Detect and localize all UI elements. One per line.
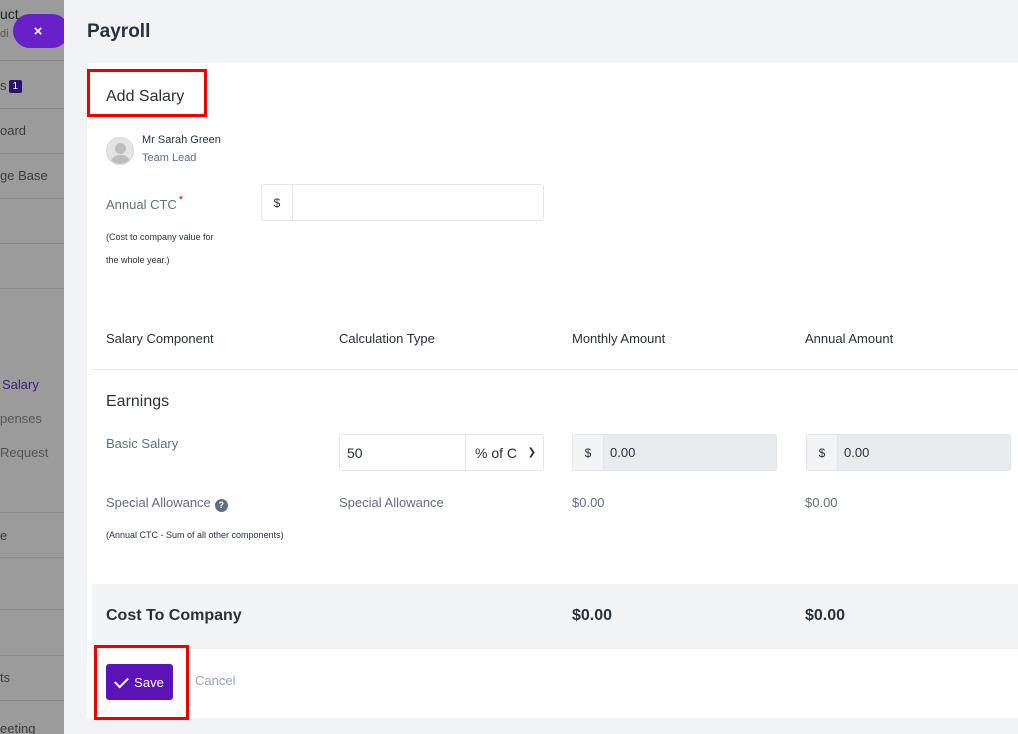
- currency-prefix: $: [807, 435, 838, 470]
- column-header-annual-amount: Annual Amount: [805, 331, 894, 346]
- section-title: Add Salary: [106, 88, 185, 105]
- sidebar-item-label: s: [0, 78, 7, 93]
- annual-amount-value: 0.00: [844, 445, 870, 460]
- sidebar-divider: [0, 288, 64, 289]
- sidebar-divider: [0, 60, 64, 61]
- sidebar-item-request[interactable]: Request: [0, 445, 48, 460]
- unread-badge: 1: [8, 80, 23, 93]
- payroll-panel: Payroll Add Salary Mr Sarah Green Team L…: [64, 0, 1018, 734]
- cost-to-company-row: Cost To Company $0.00 $0.00: [92, 584, 1018, 649]
- cost-to-company-annual: $0.00: [805, 607, 846, 624]
- sidebar-item-expenses[interactable]: penses: [0, 411, 42, 426]
- save-button[interactable]: Save: [106, 664, 173, 700]
- sidebar-divider: [0, 243, 64, 244]
- check-icon: [114, 673, 130, 688]
- sidebar-item-dashboard[interactable]: oard: [0, 123, 26, 138]
- basic-salary-label: Basic Salary: [106, 436, 179, 451]
- annual-ctc-input-group: $: [261, 184, 544, 221]
- cancel-link[interactable]: Cancel: [195, 673, 235, 688]
- cost-to-company-label: Cost To Company: [106, 607, 242, 624]
- required-mark: *: [178, 194, 184, 206]
- sidebar-divider: [0, 700, 64, 701]
- sidebar-divider: [0, 108, 64, 109]
- basic-salary-input-group: % of C ❯: [339, 434, 544, 471]
- avatar: [106, 137, 134, 165]
- cost-to-company-monthly: $0.00: [572, 607, 613, 624]
- special-allowance-monthly: $0.00: [572, 495, 605, 510]
- sidebar-divider: [0, 198, 64, 199]
- sidebar-item-meeting[interactable]: eeting: [0, 721, 35, 734]
- column-header-monthly-amount: Monthly Amount: [572, 331, 666, 346]
- save-button-label: Save: [134, 674, 164, 690]
- sidebar-divider: [0, 655, 64, 656]
- sidebar: uct di s1 oard ge Base Salary penses Req…: [0, 0, 64, 734]
- special-allowance-label: Special Allowance?: [106, 495, 228, 512]
- currency-prefix: $: [573, 435, 604, 470]
- add-salary-card: Add Salary Mr Sarah Green Team Lead Annu…: [87, 63, 1018, 720]
- question-circle-icon[interactable]: ?: [214, 498, 228, 512]
- special-allowance-calc-type: Special Allowance: [339, 495, 444, 510]
- sidebar-divider: [0, 609, 64, 610]
- chevron-down-icon: ❯: [527, 447, 536, 458]
- sidebar-app-subtitle: di: [0, 28, 9, 40]
- special-allowance-hint: (Annual CTC - Sum of all other component…: [106, 530, 284, 540]
- annual-ctc-label: Annual CTC *: [106, 194, 184, 212]
- close-panel-button[interactable]: ×: [13, 14, 69, 48]
- basic-salary-monthly-amount: $ 0.00: [572, 434, 777, 471]
- special-allowance-annual: $0.00: [805, 495, 838, 510]
- basic-salary-annual-amount: $ 0.00: [806, 434, 1011, 471]
- sidebar-item-salary[interactable]: Salary: [2, 377, 39, 392]
- sidebar-item-messages[interactable]: s1: [0, 78, 23, 93]
- earnings-title: Earnings: [106, 393, 170, 410]
- sidebar-divider: [0, 512, 64, 513]
- column-header-salary-component: Salary Component: [106, 331, 214, 346]
- basic-salary-input[interactable]: [340, 435, 466, 470]
- annual-ctc-input[interactable]: [293, 185, 543, 220]
- sidebar-item-knowledge-base[interactable]: ge Base: [0, 168, 48, 183]
- page-title: Payroll: [87, 21, 151, 42]
- table-divider: [92, 369, 1018, 370]
- employee-name: Mr Sarah Green: [142, 134, 221, 146]
- sidebar-item-e[interactable]: e: [0, 528, 7, 543]
- annual-ctc-hint: (Cost to company value for the whole yea…: [106, 232, 214, 265]
- column-header-calculation-type: Calculation Type: [339, 331, 435, 346]
- calculation-type-select[interactable]: % of C ❯: [466, 435, 543, 470]
- employee-role: Team Lead: [142, 152, 197, 164]
- currency-prefix: $: [262, 185, 293, 220]
- calculation-type-value: % of C: [475, 444, 518, 461]
- sidebar-item-ts[interactable]: ts: [0, 670, 10, 685]
- sidebar-divider: [0, 557, 64, 558]
- monthly-amount-value: 0.00: [610, 445, 636, 460]
- close-icon: ×: [33, 22, 43, 40]
- sidebar-divider: [0, 153, 64, 154]
